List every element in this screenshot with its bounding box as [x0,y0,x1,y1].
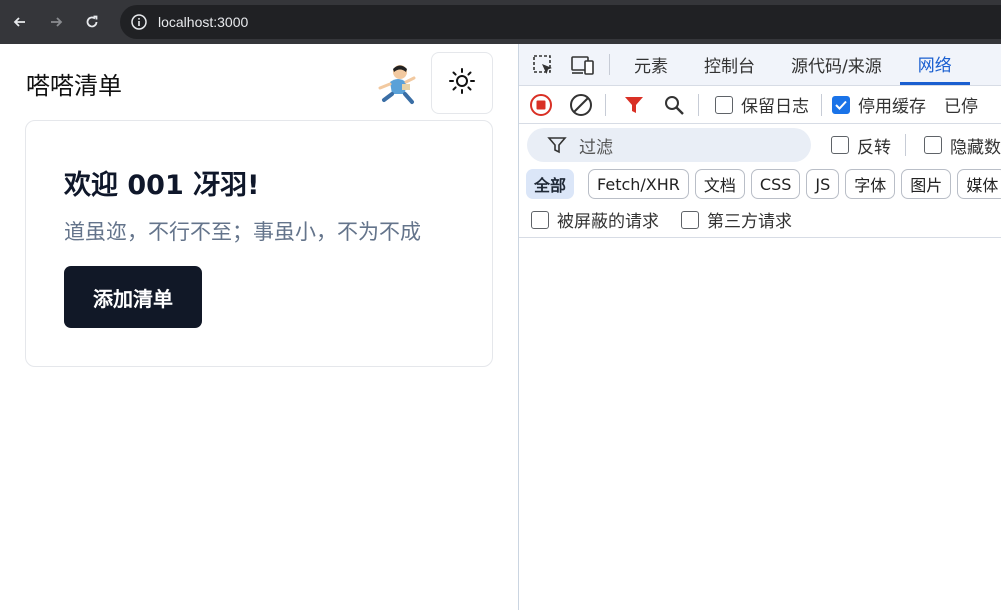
page-title: 嗒嗒清单 [26,72,122,100]
type-filter-doc[interactable]: 文档 [694,169,745,199]
reload-icon[interactable] [80,10,104,34]
filter-placeholder: 过滤 [579,137,613,158]
filter-bar: 过滤 反转 隐藏数 [519,124,1001,166]
preserve-log-checkbox[interactable] [715,95,733,114]
tab-elements[interactable]: 元素 [616,44,686,85]
funnel-icon [547,135,567,155]
type-filter-media[interactable]: 媒体 [957,169,1001,199]
divider [821,93,822,116]
request-filters-row: 被屏蔽的请求 第三方请求 [519,202,1001,238]
avatar[interactable] [372,60,420,108]
throttling-select[interactable]: 已停 [944,92,978,117]
address-bar[interactable]: localhost:3000 [120,5,1001,39]
network-toolbar: 保留日志 停用缓存 已停 [519,86,1001,124]
divider [605,93,606,116]
app-page: 嗒嗒清单 欢迎 001 冴羽! 道虽迩，不行不至；事虽小，不为不成 添加清单 [0,44,518,610]
welcome-card: 欢迎 001 冴羽! 道虽迩，不行不至；事虽小，不为不成 添加清单 [25,120,493,367]
type-filter-font[interactable]: 字体 [845,169,896,199]
site-info-icon[interactable] [130,13,148,31]
theme-toggle-button[interactable] [431,52,493,114]
browser-toolbar: localhost:3000 [0,0,1001,44]
back-arrow-icon[interactable] [8,10,32,34]
blocked-requests-checkbox[interactable] [531,210,549,229]
hide-data-urls-label: 隐藏数 [950,137,1001,158]
tab-network[interactable]: 网络 [899,44,970,85]
disable-cache-label: 停用缓存 [858,97,926,117]
forward-arrow-icon[interactable] [44,10,68,34]
preserve-log-label: 保留日志 [741,97,809,117]
type-filter-all[interactable]: 全部 [526,169,575,199]
welcome-heading: 欢迎 001 冴羽! [64,170,260,201]
type-filter-js[interactable]: JS [806,169,840,199]
tab-sources[interactable]: 源代码/来源 [773,44,900,85]
third-party-requests-checkbox[interactable] [681,210,699,229]
type-filter-img[interactable]: 图片 [901,169,952,199]
invert-label: 反转 [857,137,891,158]
filter-icon[interactable] [616,90,652,120]
divider [609,54,610,75]
disable-cache-checkbox[interactable] [832,95,850,114]
motto-text: 道虽迩，不行不至；事虽小，不为不成 [64,220,421,244]
clear-icon[interactable] [563,90,599,120]
url-text: localhost:3000 [158,14,249,30]
third-party-requests-label: 第三方请求 [707,212,792,232]
sun-icon [448,67,476,99]
devtools-panel: 元素 控制台 源代码/来源 网络 保留日志 停用缓存 已停 过滤 反转 隐藏数 … [518,44,1001,610]
type-filter-fetch-xhr[interactable]: Fetch/XHR [588,169,689,199]
invert-checkbox[interactable] [831,136,849,154]
tab-console[interactable]: 控制台 [686,44,773,85]
divider [698,93,699,116]
devtools-tab-bar: 元素 控制台 源代码/来源 网络 [519,44,1001,86]
check-icon [835,100,847,110]
device-toolbar-icon[interactable] [563,44,603,85]
type-filter-css[interactable]: CSS [750,169,801,199]
hide-data-urls-checkbox[interactable] [924,136,942,154]
add-list-button[interactable]: 添加清单 [64,266,202,328]
resource-type-filters: 全部 Fetch/XHR 文档 CSS JS 字体 图片 媒体 [519,166,1001,202]
record-icon[interactable] [523,90,559,120]
search-icon[interactable] [656,90,692,120]
divider [905,134,906,156]
filter-input[interactable]: 过滤 [527,128,811,162]
blocked-requests-label: 被屏蔽的请求 [557,212,659,232]
inspect-element-icon[interactable] [523,44,563,85]
